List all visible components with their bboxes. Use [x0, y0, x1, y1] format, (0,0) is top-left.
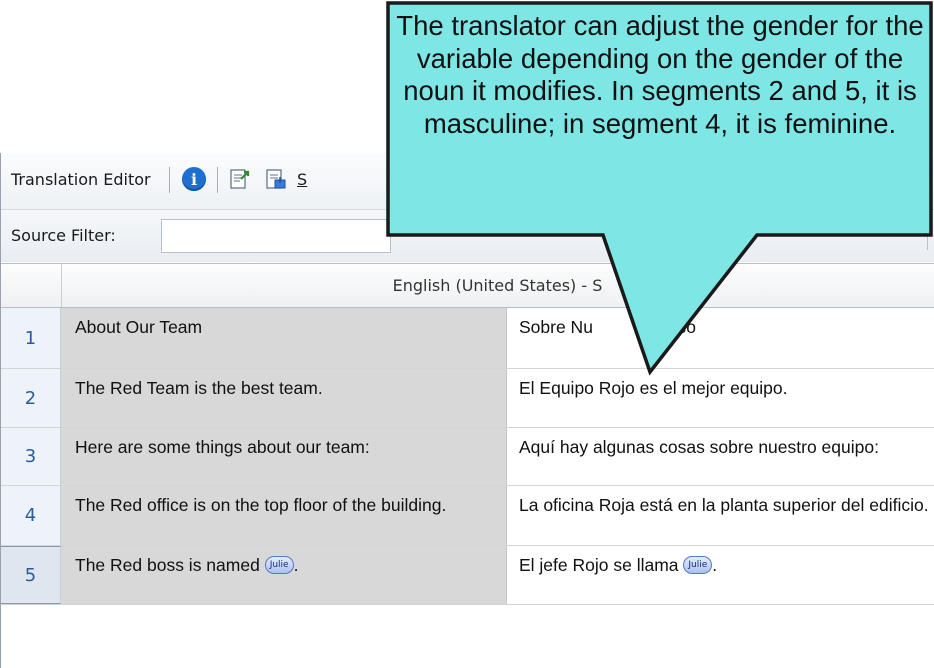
source-cell[interactable]: The Red boss is named Julie.	[61, 546, 507, 604]
source-language-header[interactable]: English (United States) - S	[61, 276, 934, 295]
source-filter-input[interactable]	[161, 219, 391, 253]
segment-row[interactable]: 3 Here are some things about our team: A…	[1, 428, 934, 485]
toolbar-partial-label[interactable]: S	[297, 170, 307, 189]
segment-row[interactable]: 1 About Our Team Sobre Nu Equipo	[1, 308, 934, 368]
translation-editor-panel: Translation Editor i S Source Filter: En…	[0, 153, 934, 668]
target-cell[interactable]: El Equipo Rojo es el mejor equipo.	[507, 369, 934, 427]
toolbar-separator	[217, 167, 218, 193]
segment-row[interactable]: 2 The Red Team is the best team. El Equi…	[1, 369, 934, 427]
target-cell[interactable]: La oficina Roja está en la planta superi…	[507, 486, 934, 545]
target-filter-input-edge[interactable]	[927, 222, 934, 250]
segment-row-selected[interactable]: 5 The Red boss is named Julie. El jefe R…	[1, 546, 934, 604]
filter-bar: Source Filter:	[1, 209, 934, 262]
import-icon[interactable]	[263, 166, 289, 192]
grid-corner-cell	[1, 264, 62, 307]
segment-row[interactable]: 4 The Red office is on the top floor of …	[1, 486, 934, 545]
source-text: The Red boss is named	[75, 555, 265, 575]
source-cell[interactable]: The Red office is on the top floor of th…	[61, 486, 507, 545]
target-cell[interactable]: Sobre Nu Equipo	[507, 308, 934, 368]
segment-number: 3	[1, 428, 61, 485]
segment-number: 4	[1, 486, 61, 545]
segment-number: 1	[1, 308, 61, 368]
source-cell[interactable]: Here are some things about our team:	[61, 428, 507, 485]
editor-toolbar: Translation Editor i S	[1, 153, 934, 209]
row-divider	[1, 604, 934, 605]
toolbar-separator	[169, 167, 170, 193]
info-icon[interactable]: i	[181, 166, 207, 192]
variable-tag[interactable]: Julie	[264, 555, 294, 574]
editor-title: Translation Editor	[11, 170, 151, 189]
grid-header-row: English (United States) - S	[1, 263, 934, 308]
target-text-end: .	[712, 555, 718, 575]
source-cell[interactable]: About Our Team	[61, 308, 507, 368]
target-cell[interactable]: El jefe Rojo se llama Julie.	[507, 546, 934, 604]
target-text: El jefe Rojo se llama	[519, 555, 684, 575]
source-filter-label: Source Filter:	[11, 226, 116, 245]
source-text-end: .	[293, 555, 299, 575]
export-icon[interactable]	[227, 166, 253, 192]
variable-tag[interactable]: Julie	[683, 555, 713, 574]
segment-number: 2	[1, 369, 61, 427]
segment-number: 5	[1, 546, 61, 604]
source-cell[interactable]: The Red Team is the best team.	[61, 369, 507, 427]
target-cell[interactable]: Aquí hay algunas cosas sobre nuestro equ…	[507, 428, 934, 485]
callout-text: The translator can adjust the gender for…	[396, 10, 924, 139]
